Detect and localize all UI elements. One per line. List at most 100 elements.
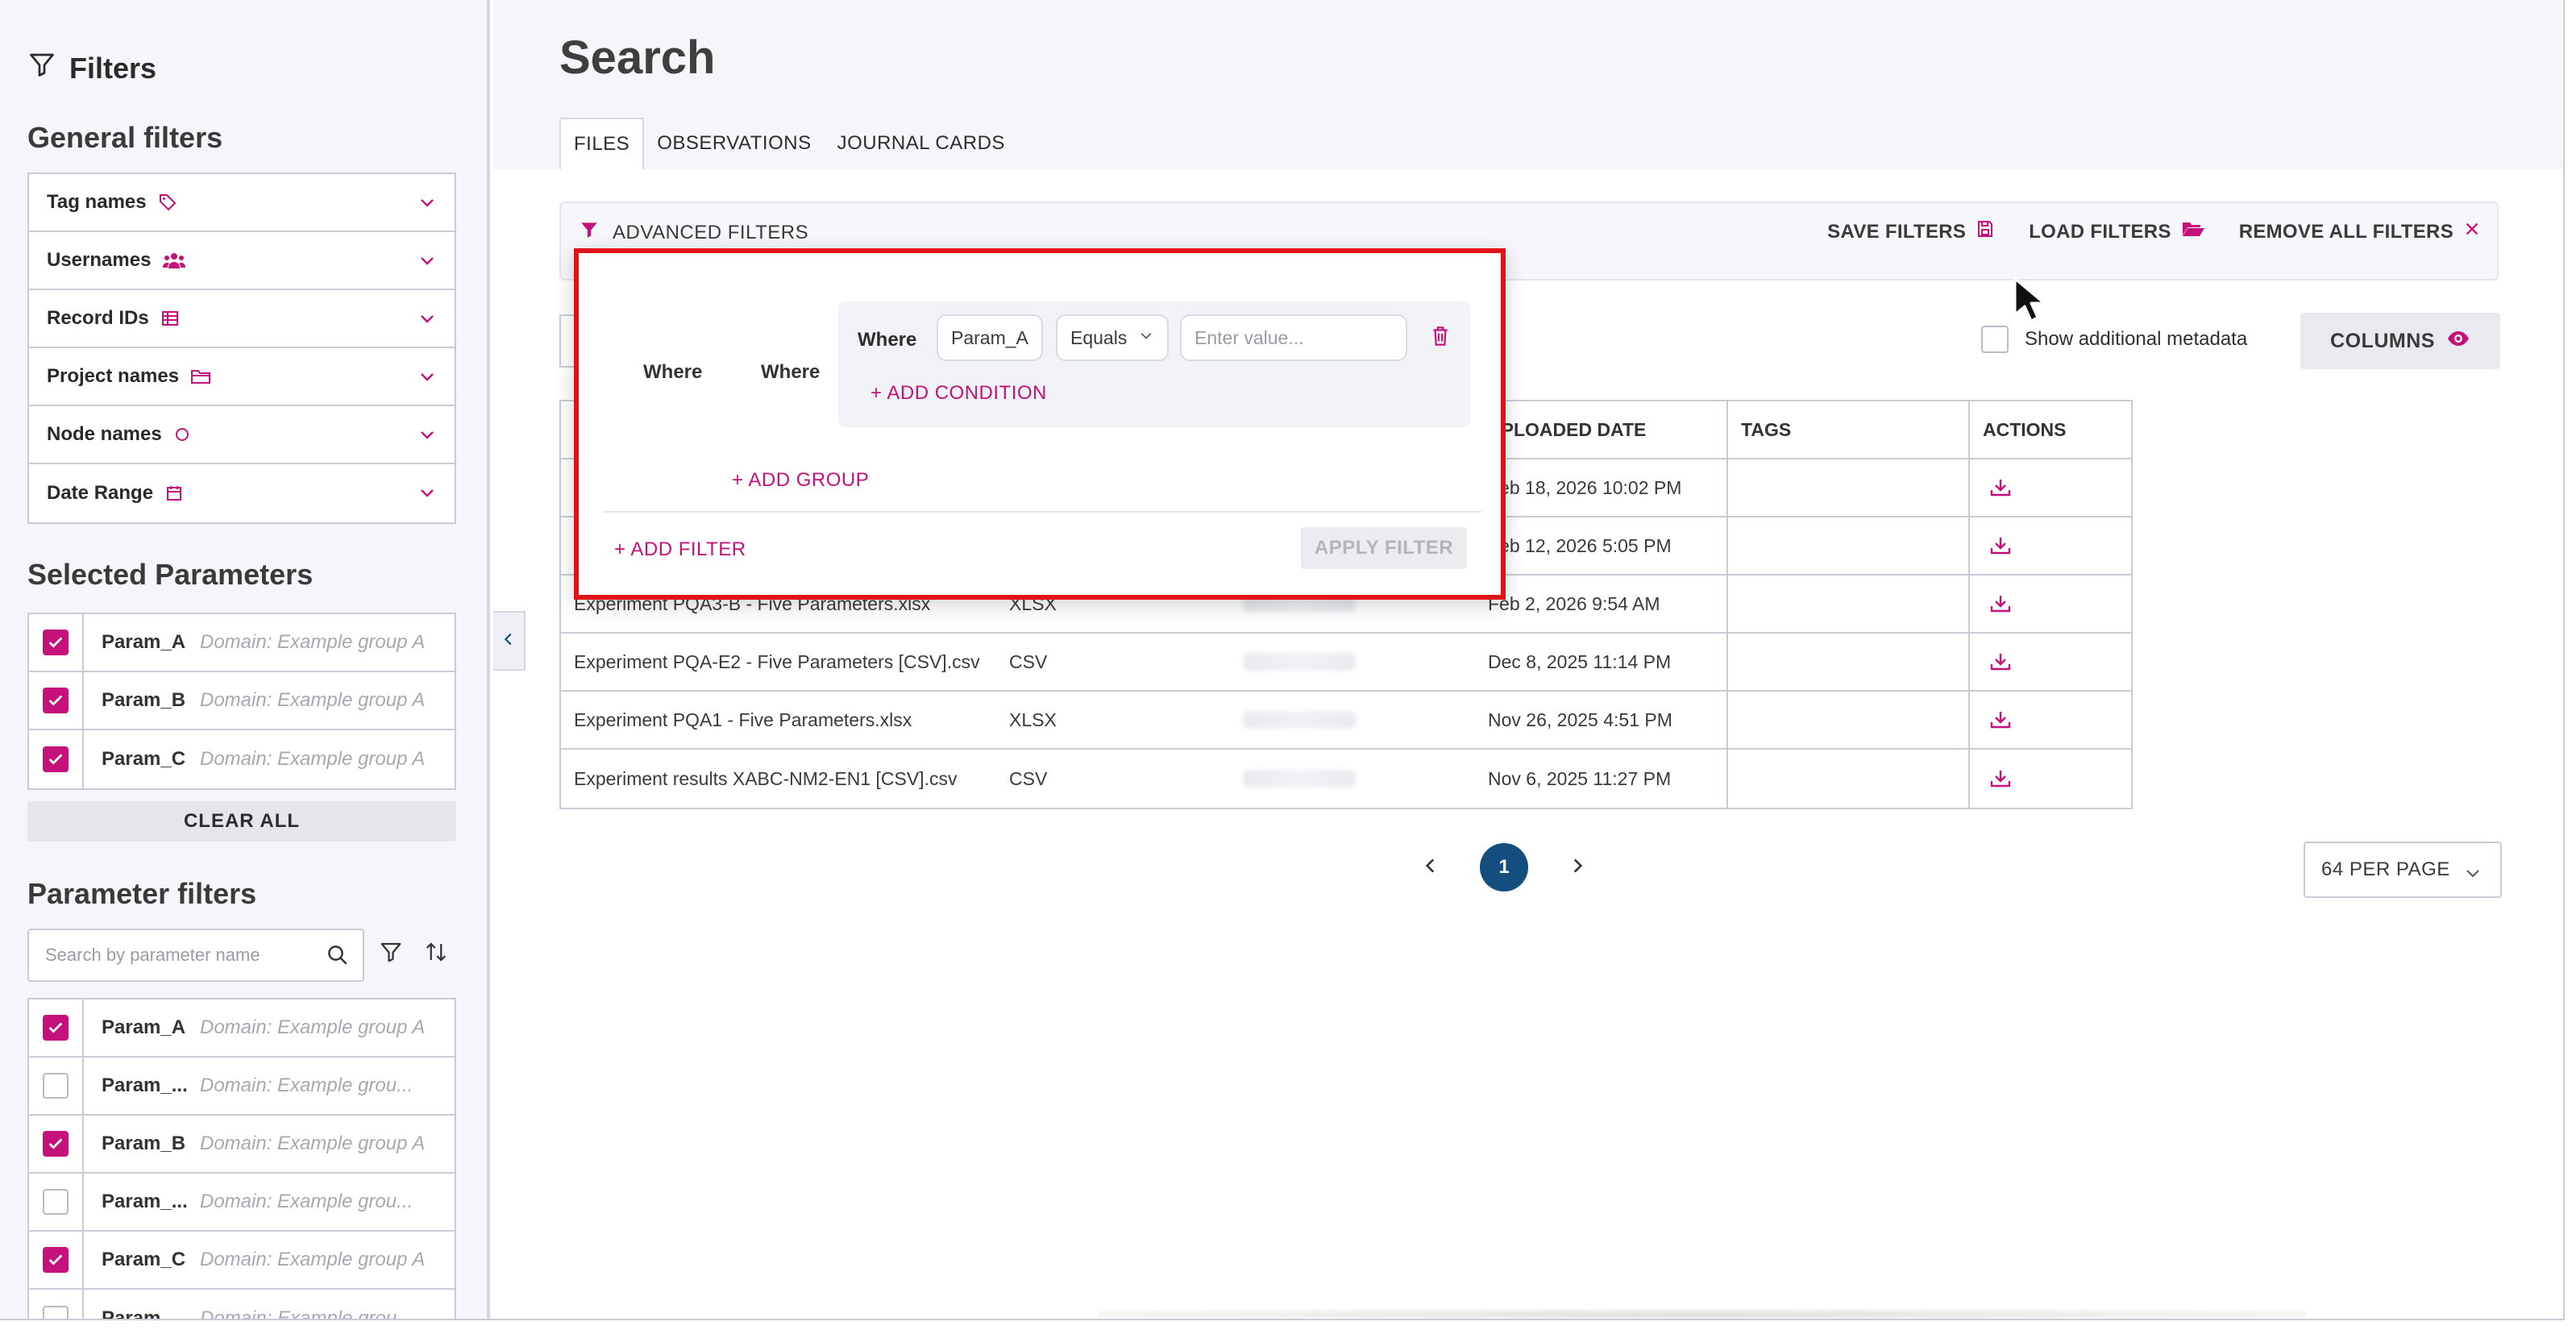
folder-icon bbox=[190, 367, 211, 386]
trash-icon[interactable] bbox=[1430, 324, 1451, 352]
download-icon[interactable] bbox=[1989, 768, 2012, 789]
general-filters-heading: General filters bbox=[27, 121, 223, 154]
checkbox-checked[interactable] bbox=[43, 688, 69, 713]
chevron-right-icon[interactable] bbox=[1567, 855, 1588, 880]
chevron-down-icon bbox=[418, 426, 437, 451]
table-row[interactable]: Experiment results XABC-NM2-EN1 [CSV].cs… bbox=[561, 750, 2131, 808]
users-icon bbox=[162, 251, 186, 270]
selected-parameters-list: Param_A Domain: Example group A Param_B … bbox=[27, 613, 456, 790]
remove-all-filters-button[interactable]: REMOVE ALL FILTERS bbox=[2239, 220, 2481, 243]
general-filter-node-names[interactable]: Node names bbox=[29, 406, 455, 464]
funnel-filled-icon bbox=[579, 219, 600, 246]
filters-title: Filters bbox=[27, 50, 156, 86]
load-filters-button[interactable]: LOAD FILTERS bbox=[2029, 219, 2204, 244]
tab-bar: FILES OBSERVATIONS JOURNAL CARDS bbox=[559, 118, 1018, 169]
columns-button[interactable]: COLUMNS bbox=[2300, 313, 2500, 369]
filter-icon[interactable] bbox=[379, 940, 403, 968]
mouse-cursor-icon bbox=[2012, 276, 2047, 328]
operator-select[interactable]: Equals bbox=[1056, 314, 1170, 361]
general-filter-record-ids[interactable]: Record IDs bbox=[29, 290, 455, 348]
tab-files[interactable]: FILES bbox=[559, 118, 645, 169]
page-title: Search bbox=[559, 31, 716, 84]
download-icon[interactable] bbox=[1989, 477, 2012, 498]
chevron-left-icon[interactable] bbox=[1420, 855, 1441, 880]
checkbox-unchecked[interactable] bbox=[43, 1189, 69, 1215]
selected-parameters-heading: Selected Parameters bbox=[27, 558, 314, 591]
chevron-down-icon bbox=[418, 368, 437, 393]
list-item[interactable]: Param_A Domain: Example group A bbox=[29, 1000, 455, 1058]
chevron-down-icon bbox=[418, 251, 437, 276]
tab-observations[interactable]: OBSERVATIONS bbox=[644, 118, 824, 169]
where-label: Where bbox=[761, 361, 821, 383]
chevron-down-icon bbox=[418, 310, 437, 335]
parameter-filters-list: Param_A Domain: Example group A Param_..… bbox=[27, 998, 456, 1319]
table-row[interactable]: Experiment PQA1 - Five Parameters.xlsx X… bbox=[561, 692, 2131, 750]
where-label: Where bbox=[643, 361, 703, 383]
column-header-tags[interactable]: TAGS bbox=[1726, 401, 1968, 458]
app-window: Filters General filters Tag names Userna… bbox=[0, 0, 2563, 1319]
add-filter-button[interactable]: + ADD FILTER bbox=[614, 538, 746, 561]
save-filters-button[interactable]: SAVE FILTERS bbox=[1827, 219, 1995, 244]
checkbox-checked[interactable] bbox=[43, 1015, 69, 1041]
blurred-value bbox=[1243, 711, 1356, 729]
checkbox-unchecked[interactable] bbox=[43, 1306, 69, 1319]
calendar-icon bbox=[164, 484, 184, 503]
list-item[interactable]: Param_C Domain: Example group A bbox=[29, 730, 455, 788]
page-number-current[interactable]: 1 bbox=[1480, 843, 1528, 892]
list-item[interactable]: Param_C Domain: Example group A bbox=[29, 1232, 455, 1290]
general-filter-usernames[interactable]: Usernames bbox=[29, 232, 455, 290]
checkbox-checked[interactable] bbox=[43, 630, 69, 655]
list-item[interactable]: Param_... Domain: Example grou... bbox=[29, 1058, 455, 1116]
filters-sidebar: Filters General filters Tag names Userna… bbox=[0, 0, 490, 1319]
chevron-down-icon bbox=[418, 484, 437, 509]
general-filters-list: Tag names Usernames Record IDs Project n… bbox=[27, 172, 456, 524]
parameter-select[interactable]: Param_A bbox=[937, 314, 1043, 361]
list-item[interactable]: Param_B Domain: Example group A bbox=[29, 1116, 455, 1174]
parameter-search-input[interactable]: Search by parameter name bbox=[27, 929, 364, 982]
list-item[interactable]: Param_B Domain: Example group A bbox=[29, 672, 455, 730]
list-item[interactable]: Param_A Domain: Example group A bbox=[29, 614, 455, 672]
checkbox-checked[interactable] bbox=[43, 1131, 69, 1157]
condition-group: Where Param_A Equals Enter value... + AD… bbox=[838, 301, 1470, 427]
column-header-uploaded-date[interactable]: UPLOADED DATE bbox=[1485, 401, 1726, 458]
save-icon bbox=[1976, 219, 1995, 244]
value-input[interactable]: Enter value... bbox=[1180, 314, 1407, 361]
checkbox-unchecked[interactable] bbox=[1981, 326, 2009, 353]
clear-all-button[interactable]: CLEAR ALL bbox=[27, 801, 456, 842]
general-filter-tag-names[interactable]: Tag names bbox=[29, 174, 455, 232]
divider bbox=[603, 511, 1481, 513]
add-group-button[interactable]: + ADD GROUP bbox=[732, 469, 869, 492]
funnel-icon bbox=[27, 50, 56, 86]
close-icon bbox=[2463, 220, 2481, 243]
column-header-actions: ACTIONS bbox=[1968, 401, 2131, 458]
download-icon[interactable] bbox=[1989, 593, 2012, 614]
chevron-down-icon bbox=[2463, 864, 2483, 889]
show-metadata-checkbox[interactable]: Show additional metadata bbox=[1981, 326, 2247, 353]
search-icon bbox=[326, 943, 350, 972]
list-item[interactable]: Param_... Domain: Example grou... bbox=[29, 1290, 455, 1319]
parameter-filters-heading: Parameter filters bbox=[27, 877, 257, 910]
blurred-value bbox=[1243, 653, 1356, 671]
chevron-down-icon bbox=[1138, 327, 1154, 349]
folder-open-icon bbox=[2181, 219, 2205, 244]
checkbox-checked[interactable] bbox=[43, 746, 69, 772]
tab-journal-cards[interactable]: JOURNAL CARDS bbox=[825, 118, 1018, 169]
advanced-filters-toggle[interactable]: ADVANCED FILTERS bbox=[579, 219, 808, 246]
download-icon[interactable] bbox=[1989, 709, 2012, 730]
apply-filter-button[interactable]: APPLY FILTER bbox=[1301, 527, 1467, 569]
sort-icon[interactable] bbox=[424, 940, 448, 968]
eye-icon bbox=[2446, 329, 2470, 354]
general-filter-date-range[interactable]: Date Range bbox=[29, 464, 455, 522]
download-icon[interactable] bbox=[1989, 651, 2012, 672]
per-page-select[interactable]: 64 PER PAGE bbox=[2304, 842, 2502, 898]
tag-icon bbox=[158, 193, 177, 212]
table-row[interactable]: Experiment PQA-E2 - Five Parameters [CSV… bbox=[561, 634, 2131, 692]
blurred-value bbox=[1243, 770, 1356, 788]
pagination: 1 bbox=[1420, 843, 1588, 892]
download-icon[interactable] bbox=[1989, 535, 2012, 556]
add-condition-button[interactable]: + ADD CONDITION bbox=[870, 382, 1047, 405]
list-item[interactable]: Param_... Domain: Example grou... bbox=[29, 1174, 455, 1232]
checkbox-checked[interactable] bbox=[43, 1247, 69, 1273]
checkbox-unchecked[interactable] bbox=[43, 1073, 69, 1099]
general-filter-project-names[interactable]: Project names bbox=[29, 348, 455, 406]
